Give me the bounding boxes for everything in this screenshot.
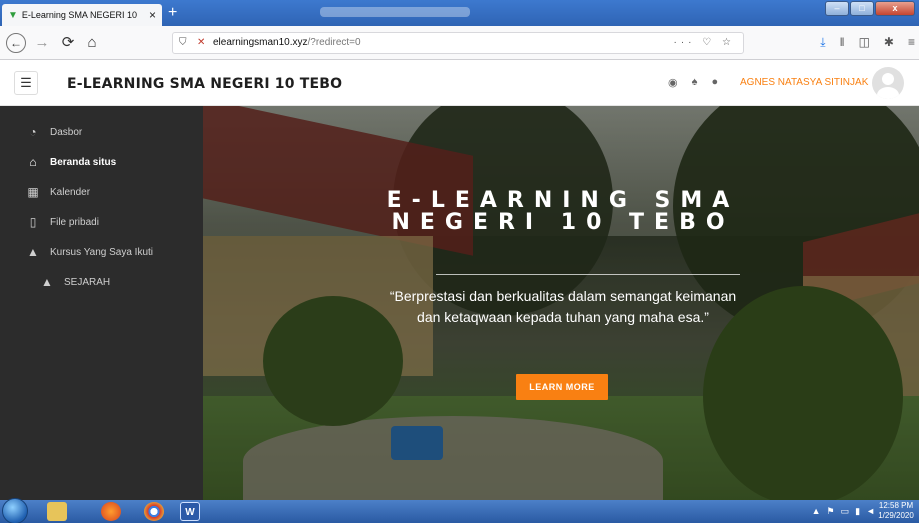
learn-more-button[interactable]: LEARN MORE — [516, 374, 608, 400]
header-icons: ◉ ♠ ● — [668, 76, 718, 89]
sidebar-item-label: Dasbor — [50, 126, 83, 138]
forward-button[interactable]: → — [32, 33, 52, 53]
avatar-head — [882, 73, 894, 85]
site-favicon-icon: ▼ — [8, 9, 18, 21]
dashboard-icon: ◔ — [29, 125, 37, 139]
reload-button[interactable]: ⟳ — [58, 33, 78, 53]
battery-icon[interactable]: ▭ — [841, 506, 850, 517]
minimize-button[interactable]: – — [825, 1, 849, 16]
url-path: /?redirect=0 — [307, 37, 361, 48]
show-hidden-icons-icon[interactable]: ▲ — [812, 506, 821, 517]
messages-icon[interactable]: ● — [711, 76, 718, 89]
calendar-icon: ▦ — [27, 185, 39, 199]
browser-right-tools: ⤓ ‖ ◫ ✱ ≡ — [820, 35, 915, 50]
home-button[interactable]: ⌂ — [82, 33, 102, 53]
language-icon[interactable]: ◉ — [668, 76, 678, 89]
url-host: elearningsman10.xyz — [213, 37, 308, 48]
sidebar-item-kursus[interactable]: ▲ Kursus Yang Saya Ikuti — [0, 239, 203, 265]
hero-banner: E-LEARNING SMA NEGERI 10 TEBO “Berpresta… — [203, 106, 919, 500]
clock-time: 12:58 PM — [878, 501, 914, 510]
sidebar-toggle-icon[interactable]: ◫ — [859, 35, 870, 50]
notifications-icon[interactable]: ♠ — [692, 76, 698, 89]
sidebar-item-file-pribadi[interactable]: ▯ File pribadi — [0, 209, 203, 235]
library-icon[interactable]: ‖ — [840, 35, 845, 50]
sidebar-item-label: Beranda situs — [50, 156, 117, 168]
browser-tab-strip: ▼ E-Learning SMA NEGERI 10 × + – □ x — [0, 0, 919, 26]
browser-menu-icon[interactable]: ≡ — [908, 35, 915, 50]
url-text: elearningsman10.xyz/?redirect=0 — [213, 33, 361, 53]
download-icon[interactable]: ⤓ — [820, 35, 825, 50]
menu-toggle-button[interactable]: ☰ — [14, 71, 38, 95]
site-name-link[interactable]: E-LEARNING SMA NEGERI 10 TEBO — [67, 76, 342, 92]
sidebar-item-sejarah[interactable]: ▲ SEJARAH — [0, 269, 203, 295]
action-center-icon[interactable]: ⚑ — [827, 506, 835, 517]
window-close-button[interactable]: x — [875, 1, 915, 16]
site-header: ☰ E-LEARNING SMA NEGERI 10 TEBO ◉ ♠ ● AG… — [0, 61, 919, 106]
start-button[interactable] — [2, 498, 28, 523]
sidebar-item-label: SEJARAH — [64, 276, 111, 288]
graduation-cap-icon: ▲ — [27, 245, 39, 259]
chrome-icon[interactable] — [144, 502, 164, 521]
tab-title: E-Learning SMA NEGERI 10 — [21, 10, 137, 20]
graduation-cap-icon: ▲ — [41, 275, 53, 289]
browser-toolbar: ← → ⟳ ⌂ ⛉ ✕ elearningsman10.xyz/?redirec… — [0, 26, 919, 60]
sidebar-item-beranda-situs[interactable]: ⌂ Beranda situs — [0, 149, 203, 175]
hero-title: E-LEARNING SMA NEGERI 10 TEBO — [386, 188, 740, 235]
new-tab-button[interactable]: + — [168, 4, 177, 22]
taskbar-clock[interactable]: 12:58 PM 1/29/2020 — [877, 501, 915, 521]
back-button[interactable]: ← — [6, 33, 26, 53]
word-icon[interactable]: W — [180, 502, 200, 521]
clock-date: 1/29/2020 — [878, 511, 914, 520]
sidebar-item-label: Kursus Yang Saya Ikuti — [50, 246, 154, 258]
network-icon[interactable]: ▮ — [855, 506, 860, 517]
volume-icon[interactable]: ◄ — [866, 506, 875, 517]
home-icon: ⌂ — [29, 155, 37, 169]
sidebar-item-kalender[interactable]: ▦ Kalender — [0, 179, 203, 205]
browser-tab[interactable]: ▼ E-Learning SMA NEGERI 10 × — [2, 4, 162, 26]
hero-subtitle: “Berprestasi dan berkualitas dalam seman… — [389, 288, 737, 325]
file-icon: ▯ — [29, 215, 37, 229]
user-name-link[interactable]: AGNES NATASYA SITINJAK — [740, 77, 868, 88]
system-tray: ▲ ⚑ ▭ ▮ ◄ — [812, 506, 875, 517]
nav-drawer: ◔ Dasbor ⌂ Beranda situs ▦ Kalender ▯ Fi… — [0, 106, 203, 500]
tab-close-button[interactable]: × — [149, 8, 156, 22]
page-actions[interactable]: ··· ♡ ☆ — [674, 33, 735, 53]
file-explorer-icon[interactable] — [47, 502, 67, 521]
firefox-icon[interactable] — [101, 502, 121, 521]
tracking-shield-icon[interactable]: ⛉ — [179, 33, 187, 53]
windows-taskbar: W ▲ ⚑ ▭ ▮ ◄ 12:58 PM 1/29/2020 — [0, 498, 919, 523]
hero-divider — [436, 274, 740, 275]
window-title-blur — [320, 7, 470, 17]
user-avatar[interactable] — [872, 67, 904, 99]
maximize-button[interactable]: □ — [850, 1, 874, 16]
extension-icon[interactable]: ✱ — [884, 35, 894, 50]
sidebar-item-label: Kalender — [50, 186, 91, 198]
url-bar[interactable]: ⛉ ✕ elearningsman10.xyz/?redirect=0 ··· … — [172, 32, 744, 54]
avatar-body — [877, 87, 899, 99]
sidebar-item-label: File pribadi — [50, 216, 99, 228]
insecure-lock-icon[interactable]: ✕ — [197, 33, 205, 53]
window-controls: – □ x — [825, 1, 915, 16]
sidebar-item-dasbor[interactable]: ◔ Dasbor — [0, 119, 203, 145]
